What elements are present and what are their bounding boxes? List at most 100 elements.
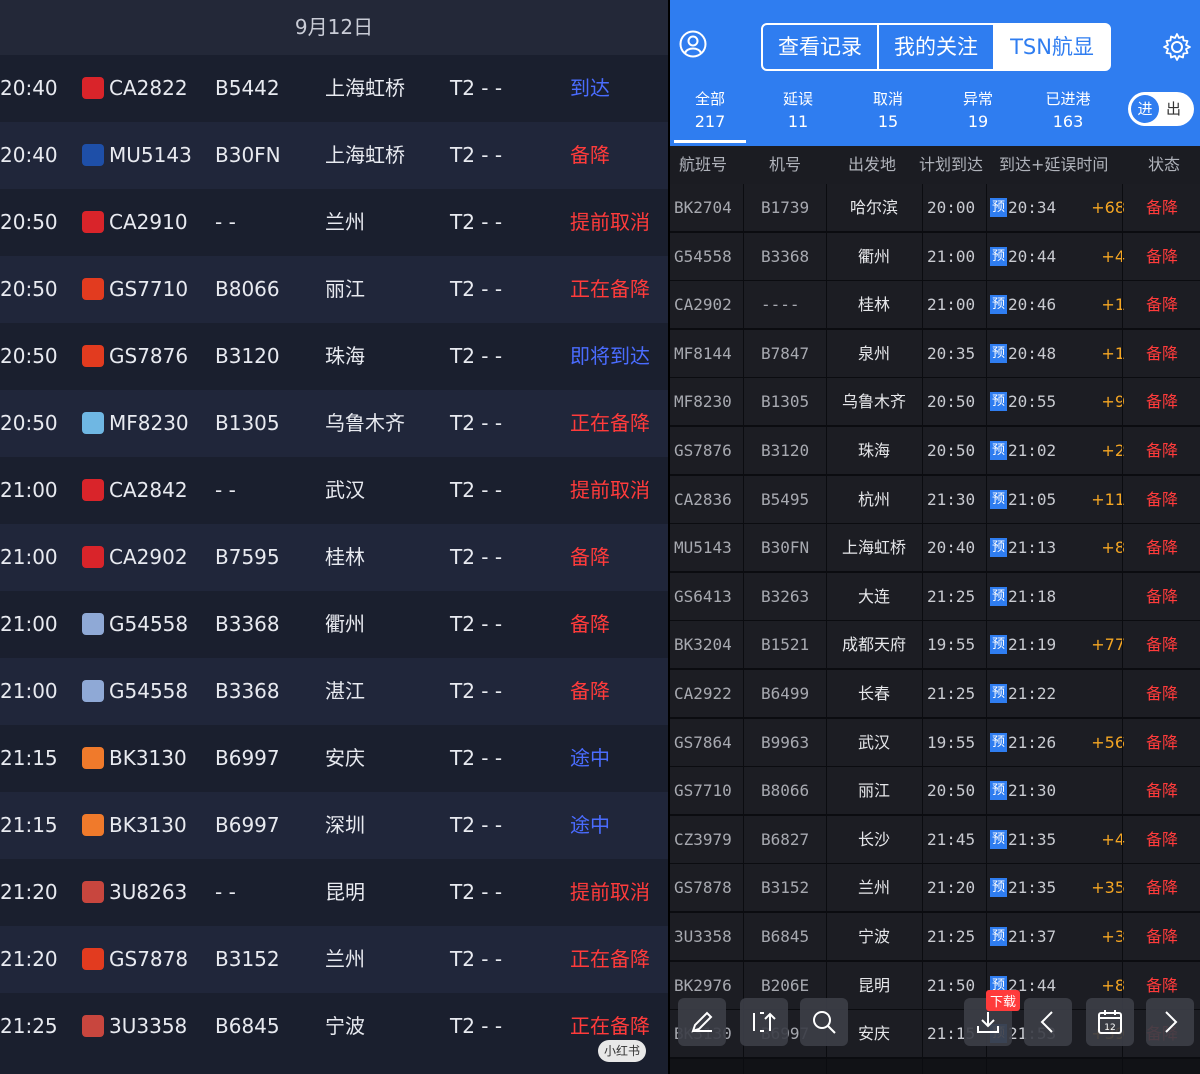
in-out-toggle[interactable]: 进 出 (1128, 92, 1194, 126)
flight-number: GS7710 (109, 277, 189, 301)
table-row[interactable]: MF8144 B7847 泉州 20:35 20:48 +1 备降 预 (670, 329, 1200, 379)
calendar-button[interactable]: 12 (1086, 998, 1134, 1046)
table-row[interactable]: BK2704 B1739 哈尔滨 20:00 20:34 +68 备降 预 (670, 184, 1200, 233)
flight-time: 21:00 (0, 612, 58, 636)
flight-status: 正在备降 (570, 277, 650, 301)
table-row[interactable]: GS7876 B3120 珠海 20:50 21:02 +2 备降 预 (670, 427, 1200, 476)
flight-row[interactable]: 20:50 MF8230 B1305 乌鲁木齐 T2 - - 正在备降 (0, 390, 668, 457)
flight-row[interactable]: 21:00 G54558 B3368 衢州 T2 - - 备降 (0, 591, 668, 658)
flight-status: 正在备降 (570, 411, 650, 435)
flight-status: 备降 (1146, 878, 1179, 898)
flight-row[interactable]: 20:50 GS7876 B3120 珠海 T2 - - 即将到达 (0, 323, 668, 390)
terminal: T2 - - (450, 210, 503, 234)
delay-minutes: +11 (1091, 489, 1125, 509)
next-button[interactable] (1146, 998, 1194, 1046)
flight-row[interactable]: 21:15 BK3130 B6997 安庆 T2 - - 途中 (0, 725, 668, 792)
table-row[interactable]: GS7864 B9963 武汉 19:55 21:26 +56 备降 预 (670, 718, 1200, 768)
predicted-badge: 预 (990, 489, 1007, 509)
stat-delay[interactable]: 延误 11 (758, 88, 838, 134)
flight-time: 21:20 (0, 880, 58, 904)
tail-number: B6997 (215, 813, 280, 837)
flight-row[interactable]: 21:00 G54558 B3368 湛江 T2 - - 备降 (0, 658, 668, 725)
calendar-day: 12 (1104, 1023, 1115, 1033)
search-icon (813, 1011, 836, 1034)
tail-number: B3368 (761, 246, 810, 266)
terminal: T2 - - (450, 679, 503, 703)
table-row[interactable]: MU5143 B30FN 上海虹桥 20:40 21:13 +8 备降 预 (670, 524, 1200, 574)
table-row[interactable]: G54558 B3368 衢州 21:00 20:44 +4 备降 预 (670, 232, 1200, 282)
terminal: T2 - - (450, 411, 503, 435)
toggle-out: 出 (1166, 100, 1182, 118)
flight-row[interactable]: 20:40 MU5143 B30FN 上海虹桥 T2 - - 备降 (0, 122, 668, 189)
estimated-arrival: 21:26 (1008, 732, 1057, 752)
stat-arrived[interactable]: 已进港 163 (1028, 88, 1108, 134)
gear-icon[interactable] (1162, 32, 1192, 62)
flight-row[interactable]: 21:00 CA2902 B7595 桂林 T2 - - 备降 (0, 524, 668, 591)
flight-row[interactable]: 21:20 3U8263 - - 昆明 T2 - - 提前取消 (0, 859, 668, 926)
toggle-in: 进 (1131, 95, 1159, 123)
flight-number: 3U3358 (674, 927, 732, 946)
predicted-badge: 预 (990, 781, 1007, 801)
date-header: 9月12日 (0, 0, 668, 55)
table-row[interactable]: GS6413 B3263 大连 21:25 21:18 备降 预 (670, 572, 1200, 622)
table-row[interactable]: CA2922 B6499 长春 21:25 21:22 备降 预 (670, 670, 1200, 719)
scheduled-arrival: 20:40 (927, 538, 976, 558)
table-row[interactable]: GS7878 B3152 兰州 21:20 21:35 +35 备降 预 (670, 864, 1200, 914)
segment-follow[interactable]: 我的关注 (879, 25, 995, 69)
table-row[interactable]: GS7710 B8066 丽江 20:50 21:30 备降 预 (670, 767, 1200, 817)
prev-button[interactable] (1024, 998, 1072, 1046)
table-row[interactable]: MF8230 B1305 乌鲁木齐 20:50 20:55 +9 备降 预 (670, 378, 1200, 428)
tail-number: - - (215, 880, 236, 904)
origin-city: 宁波 (325, 1014, 365, 1038)
tail-number: B30FN (215, 143, 281, 167)
search-button[interactable] (800, 998, 848, 1046)
table-row[interactable]: CA2902 ---- 桂林 21:00 20:46 +1 备降 预 (670, 281, 1200, 331)
flight-row[interactable]: 21:00 CA2842 - - 武汉 T2 - - 提前取消 (0, 457, 668, 524)
flight-row[interactable]: 21:20 GS7878 B3152 兰州 T2 - - 正在备降 (0, 926, 668, 993)
flight-number: MF8230 (674, 392, 732, 412)
predicted-badge: 预 (990, 295, 1007, 315)
stats-bar: 全部 217 延误 11 取消 15 异常 19 已进港 163 进 出 (670, 78, 1200, 146)
flight-row[interactable]: 20:40 CA2822 B5442 上海虹桥 T2 - - 到达 (0, 55, 668, 122)
tail-number: ---- (761, 295, 800, 315)
delay-minutes: +3 (1101, 927, 1125, 946)
flight-row[interactable]: 20:50 GS7710 B8066 丽江 T2 - - 正在备降 (0, 256, 668, 323)
flight-status: 备降 (1146, 441, 1179, 460)
flight-row[interactable]: 21:15 BK3130 B6997 深圳 T2 - - 途中 (0, 792, 668, 859)
flight-number: BK2704 (674, 198, 732, 217)
table-row[interactable]: CZ3979 B6827 长沙 21:45 21:35 +4 备降 预 (670, 815, 1200, 865)
estimated-arrival: 21:02 (1008, 441, 1057, 460)
table-row[interactable]: CA2836 B5495 杭州 21:30 21:05 +11 备降 预 (670, 475, 1200, 525)
flight-status: 备降 (1146, 732, 1179, 752)
header-status: 状态 (1148, 155, 1181, 174)
flight-row[interactable]: 20:50 CA2910 - - 兰州 T2 - - 提前取消 (0, 189, 668, 256)
pencil-button[interactable] (678, 998, 726, 1046)
origin-city: 桂林 (857, 295, 890, 315)
tail-number: B1739 (761, 198, 810, 217)
predicted-badge: 预 (990, 927, 1007, 946)
flight-number: CA2836 (674, 489, 732, 509)
scheduled-arrival: 20:50 (927, 441, 976, 460)
stat-abnormal[interactable]: 异常 19 (938, 88, 1018, 134)
airline-logo-icon (82, 479, 104, 501)
tail-number: - - (215, 478, 236, 502)
segment-records[interactable]: 查看记录 (763, 25, 879, 69)
stat-all[interactable]: 全部 217 (670, 88, 750, 134)
delay-minutes: +35 (1091, 878, 1125, 898)
origin-city: 上海虹桥 (325, 143, 405, 167)
share-button[interactable] (740, 998, 788, 1046)
flight-number: G54558 (109, 679, 189, 703)
airline-logo-icon (82, 1015, 104, 1037)
flight-number: BK3130 (109, 746, 187, 770)
user-icon[interactable] (679, 30, 707, 58)
segment-tsn-display[interactable]: TSN航显 (995, 25, 1109, 69)
flight-number: CZ3979 (674, 829, 732, 849)
origin-city: 上海虹桥 (325, 76, 405, 100)
flight-row[interactable]: 21:25 3U3358 B6845 宁波 T2 - - 正在备降 (0, 993, 668, 1060)
scheduled-arrival: 21:25 (927, 586, 976, 606)
stat-cancel[interactable]: 取消 15 (848, 88, 928, 134)
table-row[interactable]: 3U3358 B6845 宁波 21:25 21:37 +3 备降 预 (670, 913, 1200, 962)
terminal: T2 - - (450, 76, 503, 100)
table-row[interactable]: BK3204 B1521 成都天府 19:55 21:19 +77 备降 预 (670, 621, 1200, 671)
origin-city: 兰州 (325, 210, 365, 234)
